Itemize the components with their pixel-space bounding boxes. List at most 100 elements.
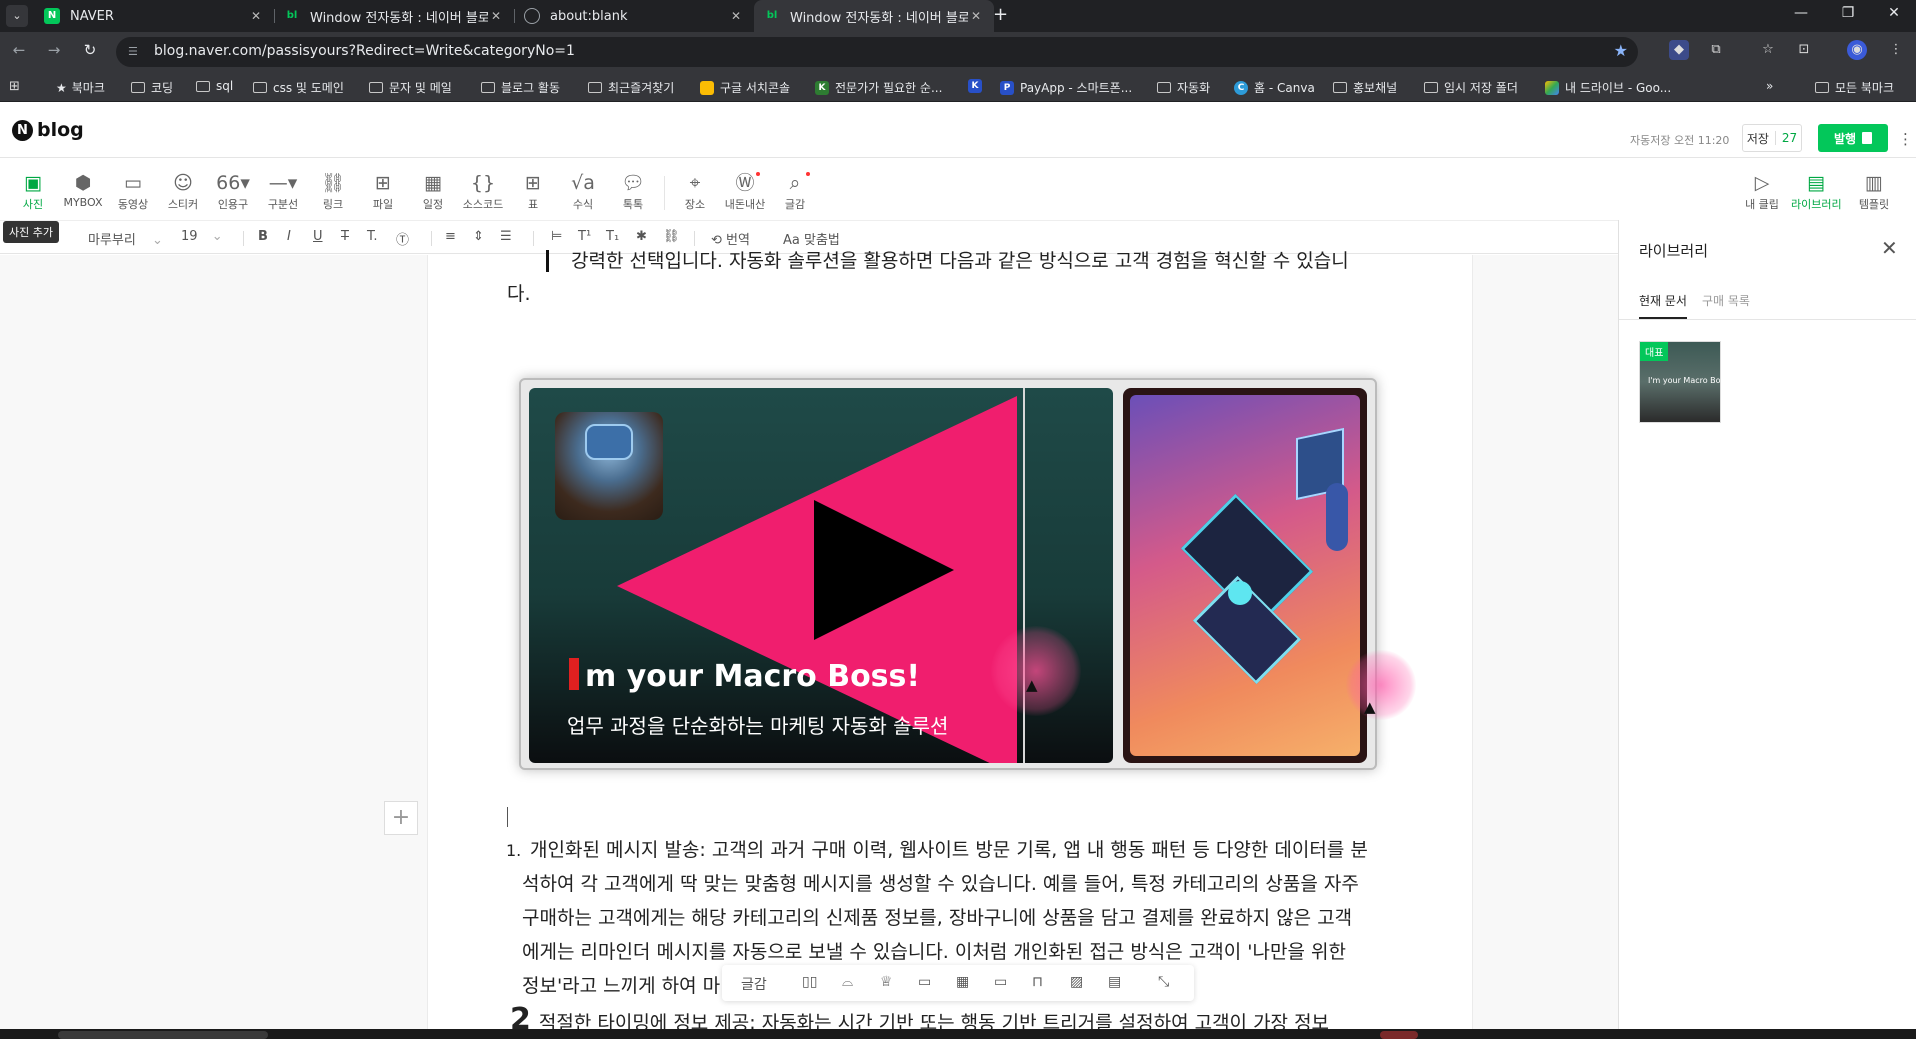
material-label[interactable]: 글감 bbox=[741, 974, 767, 994]
close-icon[interactable]: ✕ bbox=[1881, 236, 1898, 260]
naver-blog-logo[interactable]: N blog bbox=[12, 119, 84, 141]
tool-won[interactable]: Ⓦ 내돈내산 bbox=[720, 170, 770, 212]
library-image-thumbnail[interactable]: 대표 I'm your Macro Boss! bbox=[1639, 341, 1721, 423]
tool-divider[interactable]: —▾ 구분선 bbox=[258, 170, 308, 212]
line-height-icon[interactable]: ⇕ bbox=[473, 229, 484, 244]
favorites-icon[interactable]: ☆ bbox=[1758, 40, 1778, 60]
paragraph-line[interactable]: 강력한 선택입니다. 자동화 솔루션을 활용하면 다음과 같은 방식으로 고객 … bbox=[571, 244, 1349, 278]
font-size-select[interactable]: 19 ⌄ bbox=[181, 229, 223, 244]
close-tab-icon[interactable]: ✕ bbox=[728, 9, 744, 23]
font-select[interactable]: 마루부리 ⌄ bbox=[88, 229, 163, 248]
list-item-line[interactable]: 구매하는 고객에게는 해당 카테고리의 신제품 정보를, 장바구니에 상품을 담… bbox=[522, 901, 1352, 935]
close-tab-icon[interactable]: ✕ bbox=[968, 9, 984, 23]
tab-blog-active[interactable]: bl Window 전자동화 : 네이버 블로그 ✕ bbox=[754, 0, 994, 32]
link-format-icon[interactable]: ⛓ bbox=[663, 229, 680, 244]
paragraph-line[interactable]: 다. bbox=[507, 277, 531, 311]
monitor-icon[interactable]: ▭ bbox=[994, 974, 1007, 990]
bookmark-folder[interactable]: 코딩 bbox=[131, 79, 173, 96]
tool-mybox[interactable]: ⬢ MYBOX bbox=[58, 170, 108, 209]
tab-current-document[interactable]: 현재 문서 bbox=[1639, 292, 1687, 319]
tool-my-clip[interactable]: ▷ 내 클립 bbox=[1737, 170, 1787, 212]
tool-link[interactable]: ⛓ 링크 bbox=[308, 170, 358, 212]
collections-icon[interactable]: ⊡ bbox=[1794, 40, 1814, 60]
tool-library[interactable]: ▤ 라이브러리 bbox=[1791, 170, 1842, 212]
superscript-icon[interactable]: T¹ bbox=[578, 229, 591, 244]
close-tab-icon[interactable]: ✕ bbox=[248, 9, 264, 23]
url-text[interactable]: blog.naver.com/passisyours?Redirect=Writ… bbox=[154, 43, 575, 59]
special-char-icon[interactable]: ✱ bbox=[636, 229, 647, 244]
image-icon[interactable]: ▨ bbox=[1070, 974, 1083, 990]
close-window-icon[interactable]: ✕ bbox=[1884, 5, 1904, 21]
list-icon[interactable]: ☰ bbox=[500, 229, 512, 244]
save-button[interactable]: 저장 27 bbox=[1742, 124, 1802, 152]
more-bookmarks-icon[interactable]: » bbox=[1766, 79, 1773, 93]
tab-purchase-list[interactable]: 구매 목록 bbox=[1702, 292, 1750, 309]
trophy-icon[interactable]: ♕ bbox=[880, 974, 893, 990]
tool-video[interactable]: ▭ 동영상 bbox=[108, 170, 158, 212]
tool-template[interactable]: ▥ 템플릿 bbox=[1849, 170, 1899, 212]
url-omnibox[interactable]: ☰ blog.naver.com/passisyours?Redirect=Wr… bbox=[116, 37, 1638, 67]
forward-icon[interactable]: → bbox=[43, 41, 65, 59]
add-block-button[interactable]: + bbox=[384, 801, 418, 835]
close-tab-icon[interactable]: ✕ bbox=[488, 9, 504, 23]
tab-about-blank[interactable]: about:blank ✕ bbox=[514, 0, 754, 32]
news-icon[interactable]: ▤ bbox=[1108, 974, 1121, 990]
tool-file[interactable]: ⊞ 파일 bbox=[358, 170, 408, 212]
tool-photo[interactable]: ▣ 사진 bbox=[8, 170, 58, 212]
italic-icon[interactable]: I bbox=[287, 229, 291, 244]
tool-place[interactable]: ⌖ 장소 bbox=[670, 170, 720, 212]
subscript-icon[interactable]: T₁ bbox=[606, 229, 619, 244]
tab-blog-1[interactable]: bl Window 전자동화 : 네이버 블로그 ✕ bbox=[274, 0, 514, 32]
list-item-line[interactable]: 에게는 리마인더 메시지를 자동으로 보낼 수 있습니다. 이처럼 개인화된 접… bbox=[522, 935, 1346, 969]
restore-icon[interactable]: ❐ bbox=[1838, 5, 1858, 21]
text-color-icon[interactable]: T. bbox=[367, 229, 378, 244]
tab-search-button[interactable]: ⌄ bbox=[6, 5, 28, 27]
book-icon[interactable]: ▯▯ bbox=[802, 974, 817, 990]
collapse-icon[interactable]: ⤡ bbox=[1158, 974, 1169, 990]
draft-count[interactable]: 27 bbox=[1774, 131, 1797, 145]
bookmark-item[interactable]: 내 드라이브 - Goo... bbox=[1545, 79, 1671, 96]
all-bookmarks[interactable]: 모든 북마크 bbox=[1815, 79, 1894, 96]
bookmark-folder[interactable]: css 및 도메인 bbox=[253, 79, 344, 96]
tool-calendar[interactable]: ▦ 일정 bbox=[408, 170, 458, 212]
bookmark-folder[interactable]: sql bbox=[196, 79, 233, 93]
bookmark-folder[interactable]: 임시 저장 폴더 bbox=[1424, 79, 1518, 96]
bookmark-folder[interactable]: 자동화 bbox=[1157, 79, 1210, 96]
profile-avatar-icon[interactable]: ◉ bbox=[1847, 40, 1867, 60]
new-tab-button[interactable]: + bbox=[993, 4, 1008, 25]
bookmark-item[interactable]: C홈 - Canva bbox=[1234, 79, 1315, 96]
tool-talk[interactable]: 💬︎ 톡톡 bbox=[608, 170, 658, 212]
bookmark-star-icon[interactable]: ★ bbox=[1614, 41, 1628, 60]
bookmark-folder[interactable]: 홍보채널 bbox=[1333, 79, 1397, 96]
apps-grid-icon[interactable]: ⊞ bbox=[9, 79, 20, 94]
list-item-line[interactable]: 석하여 각 고객에게 딱 맞는 맞춤형 메시지를 생성할 수 있습니다. 예를 … bbox=[522, 867, 1359, 901]
underline-icon[interactable]: U bbox=[313, 229, 323, 244]
video-thumbnail-image[interactable]: m your Macro Boss! 업무 과정을 단순화하는 마케팅 자동화 … bbox=[529, 388, 1113, 763]
browser-menu-icon[interactable]: ⋮ bbox=[1886, 40, 1906, 60]
back-icon[interactable]: ← bbox=[8, 41, 30, 59]
bookmark-item[interactable]: ★ 북마크 bbox=[56, 79, 105, 96]
tool-code[interactable]: {} 소스코드 bbox=[458, 170, 508, 212]
strikethrough-icon[interactable]: T bbox=[341, 229, 349, 244]
reload-icon[interactable]: ↻ bbox=[79, 41, 101, 59]
bold-icon[interactable]: B bbox=[258, 229, 268, 244]
headphones-icon[interactable]: ⌓ bbox=[842, 974, 853, 990]
minimize-icon[interactable]: — bbox=[1791, 5, 1811, 21]
tool-table[interactable]: ⊞ 표 bbox=[508, 170, 558, 212]
bookmark-folder[interactable]: 최근즐겨찾기 bbox=[588, 79, 674, 96]
list-item-line[interactable]: 개인화된 메시지 발송: 고객의 과거 구매 이력, 웹사이트 방문 기록, 앱… bbox=[530, 833, 1368, 867]
bookmark-item[interactable]: K 전문가가 필요한 순... bbox=[815, 79, 942, 96]
tool-formula[interactable]: √a 수식 bbox=[558, 170, 608, 212]
calendar-icon[interactable]: ▦ bbox=[956, 974, 969, 990]
bookmark-folder[interactable]: 문자 및 메일 bbox=[369, 79, 452, 96]
bookmark-item[interactable]: 구글 서치콘솔 bbox=[700, 79, 790, 96]
tab-naver[interactable]: N NAVER ✕ bbox=[34, 0, 274, 32]
bookmark-item[interactable]: P PayApp - 스마트폰... bbox=[1000, 79, 1132, 96]
ticket-icon[interactable]: ▭ bbox=[918, 974, 931, 990]
site-info-icon[interactable]: ☰ bbox=[128, 45, 138, 58]
shopping-bag-icon[interactable]: ⊓ bbox=[1032, 974, 1043, 990]
publish-button[interactable]: 발행 bbox=[1818, 124, 1888, 152]
list-item-line[interactable]: 정보'라고 느끼게 하여 마 bbox=[522, 969, 720, 1003]
more-options-icon[interactable]: ⋮ bbox=[1898, 130, 1913, 148]
bookmark-folder[interactable]: 블로그 활동 bbox=[481, 79, 560, 96]
